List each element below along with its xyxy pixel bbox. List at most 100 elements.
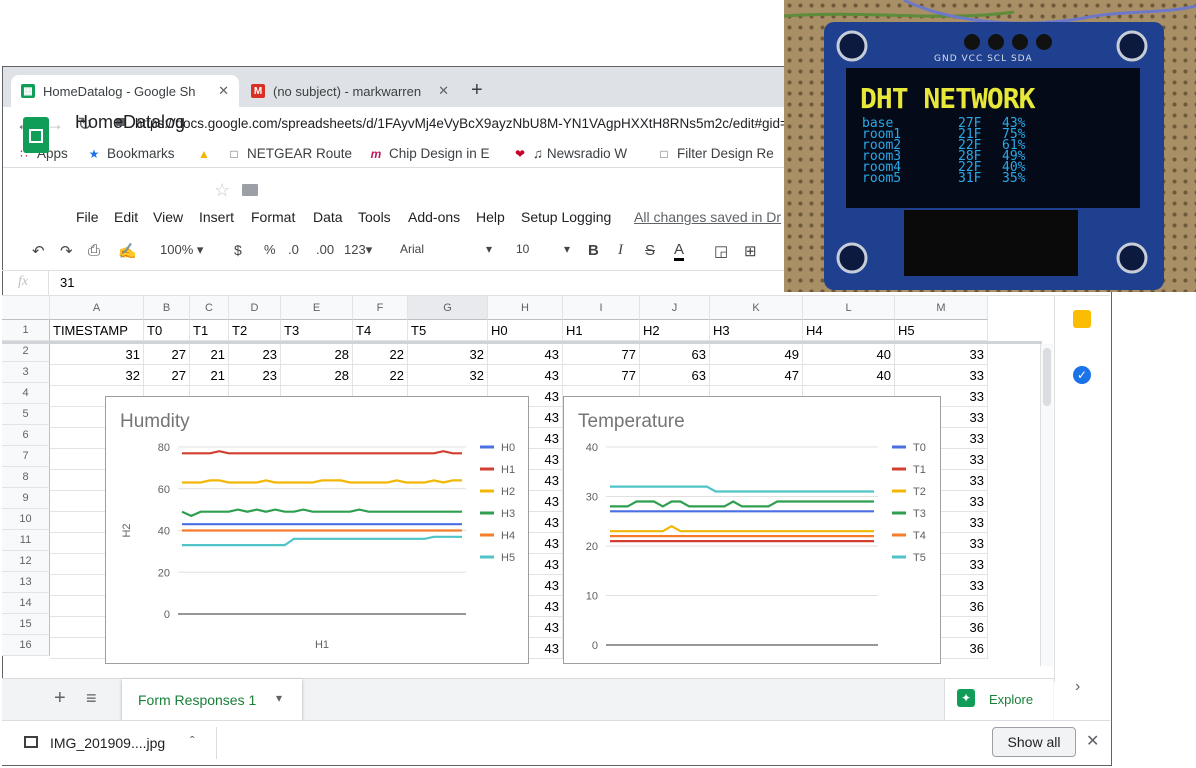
- header-cell-t5[interactable]: T5: [408, 320, 488, 341]
- data-cell[interactable]: 32: [408, 344, 488, 365]
- strikethrough-button[interactable]: S: [645, 242, 655, 259]
- formula-input[interactable]: 31: [60, 275, 74, 290]
- tab-gmail[interactable]: M (no subject) - markwarren ✕: [241, 75, 459, 107]
- bookmark-netgear[interactable]: □ NETGEAR Route: [227, 145, 357, 163]
- menu-view[interactable]: View: [153, 209, 183, 225]
- bookmark-newsradio[interactable]: ❤ ♫ Newsradio W: [513, 145, 643, 163]
- menu-data[interactable]: Data: [313, 209, 343, 225]
- row-header-2[interactable]: 2: [2, 341, 50, 362]
- menu-insert[interactable]: Insert: [199, 209, 234, 225]
- menu-edit[interactable]: Edit: [114, 209, 138, 225]
- column-header-k[interactable]: K: [710, 296, 803, 320]
- column-header-c[interactable]: C: [190, 296, 229, 320]
- bookmark-bookmarks[interactable]: ★ Bookmarks: [87, 145, 175, 163]
- redo-icon[interactable]: ↷: [60, 242, 73, 260]
- column-header-h[interactable]: H: [488, 296, 563, 320]
- currency-button[interactable]: $: [234, 242, 242, 258]
- keep-icon[interactable]: [1073, 310, 1091, 328]
- data-cell[interactable]: 28: [281, 344, 353, 365]
- data-cell[interactable]: 22: [353, 344, 408, 365]
- header-cell-h2[interactable]: H2: [640, 320, 710, 341]
- menu-setup-logging[interactable]: Setup Logging: [521, 209, 611, 225]
- data-cell[interactable]: 28: [281, 365, 353, 386]
- column-header-g[interactable]: G: [408, 296, 488, 320]
- data-cell[interactable]: 49: [710, 344, 803, 365]
- column-header-b[interactable]: B: [144, 296, 190, 320]
- data-cell[interactable]: 23: [229, 344, 281, 365]
- row-header-9[interactable]: 9: [2, 488, 50, 509]
- data-cell[interactable]: 22: [353, 365, 408, 386]
- header-cell-h4[interactable]: H4: [803, 320, 895, 341]
- column-header-l[interactable]: L: [803, 296, 895, 320]
- new-tab-button[interactable]: +: [471, 79, 483, 102]
- data-cell[interactable]: 40: [803, 365, 895, 386]
- close-icon[interactable]: ✕: [438, 83, 449, 99]
- row-header-16[interactable]: 16: [2, 635, 50, 656]
- bookmark-filter-design[interactable]: □ Filter Design Re: [657, 145, 787, 163]
- data-cell[interactable]: 32: [50, 365, 144, 386]
- header-cell-h5[interactable]: H5: [895, 320, 988, 341]
- data-cell[interactable]: 31: [50, 344, 144, 365]
- data-cell[interactable]: 27: [144, 344, 190, 365]
- header-cell-t3[interactable]: T3: [281, 320, 353, 341]
- data-cell[interactable]: 43: [488, 365, 563, 386]
- data-cell[interactable]: 77: [563, 365, 640, 386]
- header-cell-t1[interactable]: T1: [190, 320, 229, 341]
- data-cell[interactable]: 21: [190, 344, 229, 365]
- header-cell-t0[interactable]: T0: [144, 320, 190, 341]
- header-cell-t4[interactable]: T4: [353, 320, 408, 341]
- chevron-up-icon[interactable]: ˆ: [190, 733, 195, 749]
- column-header-d[interactable]: D: [229, 296, 281, 320]
- temperature-chart[interactable]: Temperature 0 10 20 30 40 T0 T1 T2 T3 T4 T5: [563, 396, 941, 664]
- percent-button[interactable]: %: [264, 242, 276, 257]
- row-header-3[interactable]: 3: [2, 362, 50, 383]
- explore-button[interactable]: ✦ Explore: [944, 679, 1053, 721]
- row-header-15[interactable]: 15: [2, 614, 50, 635]
- column-header-m[interactable]: M: [895, 296, 988, 320]
- data-cell[interactable]: 27: [144, 365, 190, 386]
- row-header-8[interactable]: 8: [2, 467, 50, 488]
- column-header-a[interactable]: A: [50, 296, 144, 320]
- data-cell[interactable]: 21: [190, 365, 229, 386]
- menu-file[interactable]: File: [76, 209, 99, 225]
- row-header-13[interactable]: 13: [2, 572, 50, 593]
- tab-homedatalog[interactable]: ▦ HomeDatalog - Google Sh ✕: [11, 75, 239, 107]
- menu-tools[interactable]: Tools: [358, 209, 391, 225]
- scrollbar-thumb[interactable]: [1043, 348, 1051, 406]
- header-cell-h1[interactable]: H1: [563, 320, 640, 341]
- row-header-11[interactable]: 11: [2, 530, 50, 551]
- chevron-down-icon[interactable]: ▾: [276, 691, 282, 705]
- row-header-4[interactable]: 4: [2, 383, 50, 404]
- print-icon[interactable]: ⎙: [88, 242, 100, 259]
- header-cell-timestamp[interactable]: TIMESTAMP: [50, 320, 144, 341]
- row-header-12[interactable]: 12: [2, 551, 50, 572]
- tasks-icon[interactable]: ✓: [1073, 366, 1091, 384]
- undo-icon[interactable]: ↶: [32, 242, 45, 260]
- column-header-f[interactable]: F: [353, 296, 408, 320]
- font-size-select[interactable]: 10 ▾: [516, 242, 570, 256]
- number-format-select[interactable]: 123▾: [344, 242, 372, 258]
- sheets-logo-icon[interactable]: [23, 117, 49, 153]
- menu-format[interactable]: Format: [251, 209, 295, 225]
- paint-format-icon[interactable]: ✍: [118, 242, 137, 260]
- data-cell[interactable]: 23: [229, 365, 281, 386]
- column-header-e[interactable]: E: [281, 296, 353, 320]
- bookmark-drive[interactable]: ▲: [197, 145, 217, 163]
- data-cell[interactable]: 40: [803, 344, 895, 365]
- decrease-decimal-button[interactable]: .0: [288, 242, 299, 257]
- column-header-i[interactable]: I: [563, 296, 640, 320]
- document-title[interactable]: HomeDatalog: [75, 112, 185, 133]
- column-header-j[interactable]: J: [640, 296, 710, 320]
- row-header-14[interactable]: 14: [2, 593, 50, 614]
- data-cell[interactable]: 63: [640, 365, 710, 386]
- zoom-select[interactable]: 100% ▾: [160, 242, 203, 258]
- show-all-button[interactable]: Show all: [992, 727, 1076, 757]
- text-color-button[interactable]: A: [674, 242, 685, 261]
- select-all-corner[interactable]: [2, 296, 50, 320]
- data-cell[interactable]: 43: [488, 344, 563, 365]
- folder-icon[interactable]: [242, 184, 258, 196]
- humidity-chart[interactable]: Humdity 0 20 40 60 80 H2 H1 H0 H1 H2 H3 H4 H5: [105, 396, 529, 664]
- borders-icon[interactable]: ⊞: [744, 242, 757, 260]
- data-cell[interactable]: 33: [895, 344, 988, 365]
- data-cell[interactable]: 33: [895, 365, 988, 386]
